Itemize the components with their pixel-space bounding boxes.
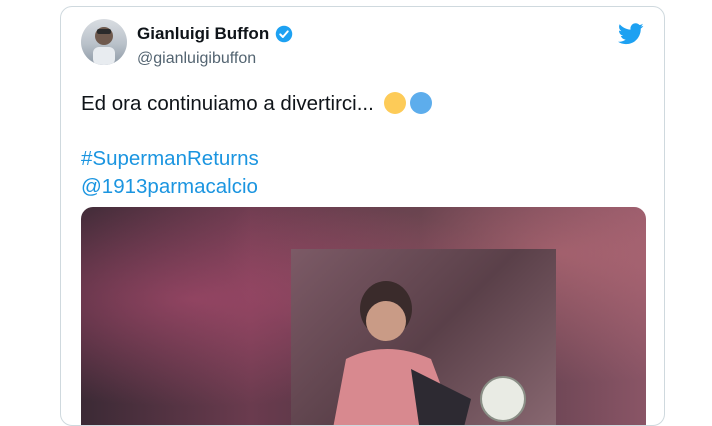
tweet-body: Ed ora continuiamo a divertirci...	[81, 92, 374, 115]
goalkeeper-photo-icon	[333, 281, 526, 425]
display-name[interactable]: Gianluigi Buffon	[137, 24, 269, 44]
tweet-media-video[interactable]	[81, 207, 646, 425]
blue-circle-emoji	[409, 92, 432, 114]
author-name-row[interactable]: Gianluigi Buffon	[137, 24, 293, 44]
mention-link[interactable]: @1913parmacalcio	[81, 173, 258, 201]
media-frame	[291, 249, 556, 425]
hashtag-link[interactable]: #SupermanReturns	[81, 145, 259, 173]
verified-badge-icon	[275, 25, 293, 43]
avatar[interactable]	[81, 19, 127, 65]
tweet-card[interactable]: Gianluigi Buffon @gianluigibuffon Ed ora…	[60, 6, 665, 426]
tweet-text: Ed ora continuiamo a divertirci...	[81, 89, 432, 119]
author-handle[interactable]: @gianluigibuffon	[137, 50, 256, 68]
yellow-circle-emoji	[383, 92, 406, 114]
avatar-photo-icon	[93, 27, 115, 65]
twitter-bird-icon[interactable]	[618, 23, 644, 45]
